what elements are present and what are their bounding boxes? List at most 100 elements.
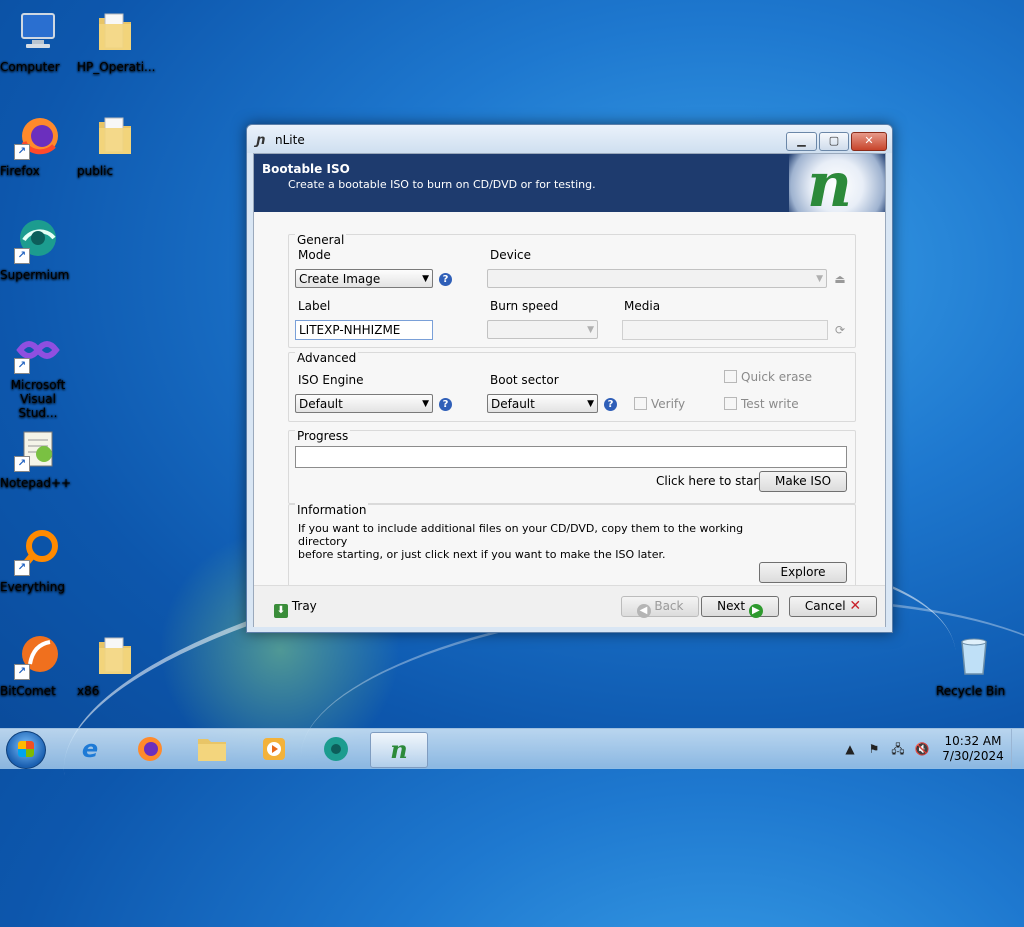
shortcut-arrow-icon: ↗ <box>14 560 30 576</box>
burn-speed-select[interactable]: ▼ <box>487 320 598 339</box>
close-icon: ✕ <box>864 134 874 147</box>
shortcut-arrow-icon: ↗ <box>14 248 30 264</box>
show-hidden-icons-button[interactable]: ▲ <box>842 741 858 757</box>
recycle-bin-icon <box>950 632 998 680</box>
supermium-icon <box>324 737 348 761</box>
window-title: nLite <box>275 133 305 147</box>
shortcut-arrow-icon: ↗ <box>14 456 30 472</box>
taskbar-media-player[interactable] <box>246 732 302 766</box>
shortcut-arrow-icon: ↗ <box>14 664 30 680</box>
folder-icon <box>91 632 139 680</box>
checkbox-box <box>724 397 737 410</box>
shortcut-arrow-icon: ↗ <box>14 358 30 374</box>
everything-search-icon: ↗ <box>14 528 62 576</box>
device-select[interactable]: ▼ <box>487 269 827 288</box>
iso-engine-help-icon[interactable]: ? <box>439 398 452 411</box>
next-arrow-icon: ▶ <box>748 604 763 618</box>
desktop-icon-bitcomet[interactable]: ↗ BitComet <box>0 632 76 698</box>
desktop-icon-visual-studio[interactable]: ↗ Microsoft Visual Stud... <box>0 326 76 420</box>
folder-icon <box>198 739 226 761</box>
information-legend: Information <box>295 503 369 517</box>
taskbar-supermium[interactable] <box>308 732 364 766</box>
quick-erase-checkbox[interactable]: Quick erase <box>724 370 812 384</box>
progress-legend: Progress <box>295 429 351 443</box>
maximize-button[interactable]: ▢ <box>819 132 849 151</box>
folder-icon <box>91 8 139 56</box>
tray-button[interactable]: ⬇ Tray <box>274 599 317 618</box>
taskbar-internet-explorer[interactable]: e <box>62 732 118 766</box>
back-arrow-icon: ◀ <box>636 604 651 618</box>
label-input[interactable]: LITEXP-NHHIZME <box>295 320 433 340</box>
desktop-icon-everything[interactable]: ↗ Everything <box>0 528 76 594</box>
minimize-button[interactable]: ▁ <box>786 132 817 151</box>
desktop-icon-recycle-bin[interactable]: Recycle Bin <box>936 632 1012 698</box>
chevron-down-icon: ▼ <box>816 274 823 284</box>
close-button[interactable]: ✕ <box>851 132 887 151</box>
desktop-icon-hp-folder[interactable]: HP_Operati... <box>77 8 155 74</box>
advanced-legend: Advanced <box>295 351 359 365</box>
internet-explorer-icon: e <box>81 735 99 763</box>
nlite-window: ɲ nLite ▁ ▢ ✕ Bootable ISO Create a boot… <box>246 124 893 633</box>
boot-sector-help-icon[interactable]: ? <box>604 398 617 411</box>
burn-speed-label: Burn speed <box>490 299 559 313</box>
volume-muted-icon[interactable]: 🔇 <box>914 741 930 757</box>
refresh-icon[interactable]: ⟳ <box>833 323 847 337</box>
computer-icon <box>14 8 62 56</box>
nlite-logo: n n <box>789 154 885 212</box>
chevron-down-icon: ▼ <box>587 325 594 335</box>
checkbox-box <box>724 370 737 383</box>
media-player-icon <box>263 738 285 760</box>
general-legend: General <box>295 233 347 247</box>
desktop-icon-notepadpp[interactable]: ↗ Notepad++ <box>0 424 76 490</box>
page-subtitle: Create a bootable ISO to burn on CD/DVD … <box>288 178 596 191</box>
minimize-icon: ▁ <box>797 134 806 147</box>
cancel-x-icon: ✕ <box>849 598 862 614</box>
iso-engine-select[interactable]: Default ▼ <box>295 394 433 413</box>
chevron-down-icon: ▼ <box>587 399 594 409</box>
iso-engine-label: ISO Engine <box>298 373 364 387</box>
maximize-icon: ▢ <box>828 134 840 147</box>
action-center-flag-icon[interactable]: ⚑ <box>866 741 882 757</box>
taskbar: e n ▲ ⚑ 🖧 🔇 10:32 AM 7/30/2024 <box>0 728 1024 769</box>
page-title: Bootable ISO <box>262 162 350 176</box>
window-titlebar[interactable]: ɲ nLite ▁ ▢ ✕ <box>247 125 892 153</box>
bitcomet-icon: ↗ <box>14 632 62 680</box>
notepadpp-icon: ↗ <box>14 424 62 472</box>
test-write-checkbox[interactable]: Test write <box>724 397 799 411</box>
desktop-icon-public-folder[interactable]: public <box>77 112 153 178</box>
mode-select[interactable]: Create Image ▼ <box>295 269 433 288</box>
boot-sector-select[interactable]: Default ▼ <box>487 394 598 413</box>
taskbar-nlite[interactable]: n <box>370 732 428 768</box>
nlite-app-icon: ɲ <box>256 133 266 148</box>
back-button[interactable]: ◀ Back <box>621 596 699 618</box>
verify-checkbox[interactable]: Verify <box>634 397 685 411</box>
show-desktop-button[interactable] <box>1011 729 1024 769</box>
taskbar-firefox[interactable] <box>122 732 178 766</box>
label-label: Label <box>298 299 331 313</box>
progress-bar <box>295 446 847 468</box>
windows-logo-icon <box>18 741 34 757</box>
make-iso-button[interactable]: Make ISO <box>759 471 847 492</box>
nlite-logo-icon: n <box>807 154 853 212</box>
desktop-icon-computer[interactable]: Computer <box>0 8 76 74</box>
desktop-icon-supermium[interactable]: ↗ Supermium <box>0 216 76 282</box>
mode-label: Mode <box>298 248 331 262</box>
shortcut-arrow-icon: ↗ <box>14 144 30 160</box>
media-field <box>622 320 828 340</box>
taskbar-clock[interactable]: 10:32 AM 7/30/2024 <box>940 734 1006 764</box>
checkbox-box <box>634 397 647 410</box>
next-button[interactable]: Next ▶ <box>701 596 779 618</box>
folder-icon <box>91 112 139 160</box>
network-icon[interactable]: 🖧 <box>890 741 906 757</box>
eject-icon[interactable]: ⏏ <box>833 272 847 286</box>
nlite-app-icon: n <box>390 735 408 764</box>
start-button[interactable] <box>6 731 46 769</box>
desktop-icon-x86-folder[interactable]: x86 <box>77 632 153 698</box>
window-client-area: Bootable ISO Create a bootable ISO to bu… <box>253 153 886 627</box>
explore-button[interactable]: Explore <box>759 562 847 583</box>
cancel-button[interactable]: Cancel ✕ <box>789 596 877 617</box>
mode-help-icon[interactable]: ? <box>439 273 452 286</box>
chevron-down-icon: ▼ <box>422 274 429 284</box>
desktop-icon-firefox[interactable]: ↗ Firefox <box>0 112 76 178</box>
taskbar-file-explorer[interactable] <box>184 732 240 766</box>
